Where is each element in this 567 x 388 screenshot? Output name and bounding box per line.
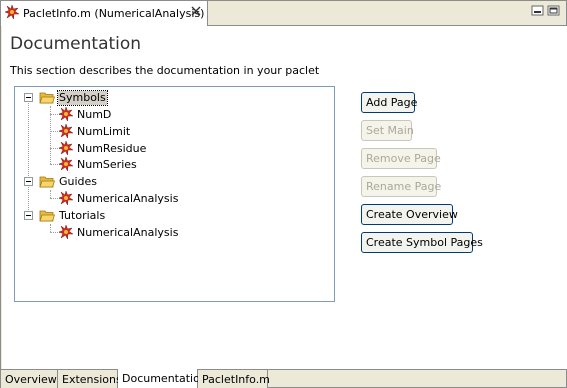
folder-open-icon [39,208,56,225]
editor-page-tabs: Overview Extensions Documentation Paclet… [1,369,566,388]
collapse-icon[interactable] [24,177,33,186]
tree-folder-label: Guides [59,175,98,188]
folder-open-icon [39,90,56,107]
tree-connector [50,190,51,198]
tree-connector [28,101,29,216]
close-icon[interactable] [190,5,202,19]
editor-tab-strip: PacletInfo.m (NumericalAnalysis) [1,1,566,26]
minimize-icon[interactable] [531,5,545,17]
collapse-icon[interactable] [24,211,33,220]
page-title: Documentation [10,34,142,54]
tree-folder-symbols[interactable]: Symbols [39,90,108,107]
tree-item-label: NumD [77,108,112,121]
editor-window: PacletInfo.m (NumericalAnalysis) Documen… [0,0,567,388]
tree-folder-label: Tutorials [59,209,106,222]
paclet-icon [58,122,74,141]
tree-item-label: NumericalAnalysis [77,192,179,205]
editor-tab[interactable]: PacletInfo.m (NumericalAnalysis) [1,1,208,26]
set-main-button[interactable]: Set Main [361,120,414,141]
tree-folder-label: Symbols [57,90,108,106]
tab-overview[interactable]: Overview [1,370,58,388]
tab-extensions[interactable]: Extensions [58,370,122,388]
paclet-icon [58,155,74,174]
tree-item-label: NumLimit [77,125,131,138]
collapse-icon[interactable] [24,93,33,102]
paclet-icon [58,223,74,242]
tree-item-label: NumResidue [77,142,147,155]
paclet-icon [58,105,74,124]
tree-item-label: NumSeries [77,158,137,171]
remove-page-button[interactable]: Remove Page [361,148,441,169]
tab-pacletinfo[interactable]: PacletInfo.m [198,370,270,388]
tree-item-guide-numericalanalysis[interactable]: NumericalAnalysis [58,189,179,208]
tree-item-label: NumericalAnalysis [77,226,179,239]
tree-item-numlimit[interactable]: NumLimit [58,122,131,141]
tree-connector [50,224,51,232]
paclet-icon [58,139,74,158]
paclet-icon [58,189,74,208]
create-overview-button[interactable]: Create Overview [361,204,458,225]
tree-folder-tutorials[interactable]: Tutorials [39,208,106,224]
tree-item-numseries[interactable]: NumSeries [58,155,138,174]
tree-folder-guides[interactable]: Guides [39,174,98,190]
tree-item-tutorial-numericalanalysis[interactable]: NumericalAnalysis [58,223,179,242]
rename-page-button[interactable]: Rename Page [361,176,441,197]
add-page-button[interactable]: Add Page [361,92,417,113]
tab-documentation[interactable]: Documentation [118,369,207,388]
documentation-tree[interactable]: Symbols NumD NumLimit NumResidue NumSeri… [14,86,335,302]
create-symbol-pages-button[interactable]: Create Symbol Pages [361,232,483,253]
maximize-icon[interactable] [547,5,561,17]
folder-open-icon [39,174,56,191]
section-description: This section describes the documentation… [10,64,320,77]
paclet-icon [4,4,20,22]
tree-item-numresidue[interactable]: NumResidue [58,139,147,158]
tree-item-numd[interactable]: NumD [58,105,112,124]
documentation-section: Documentation This section describes the… [2,26,567,369]
editor-tab-title: PacletInfo.m (NumericalAnalysis) [23,7,205,20]
